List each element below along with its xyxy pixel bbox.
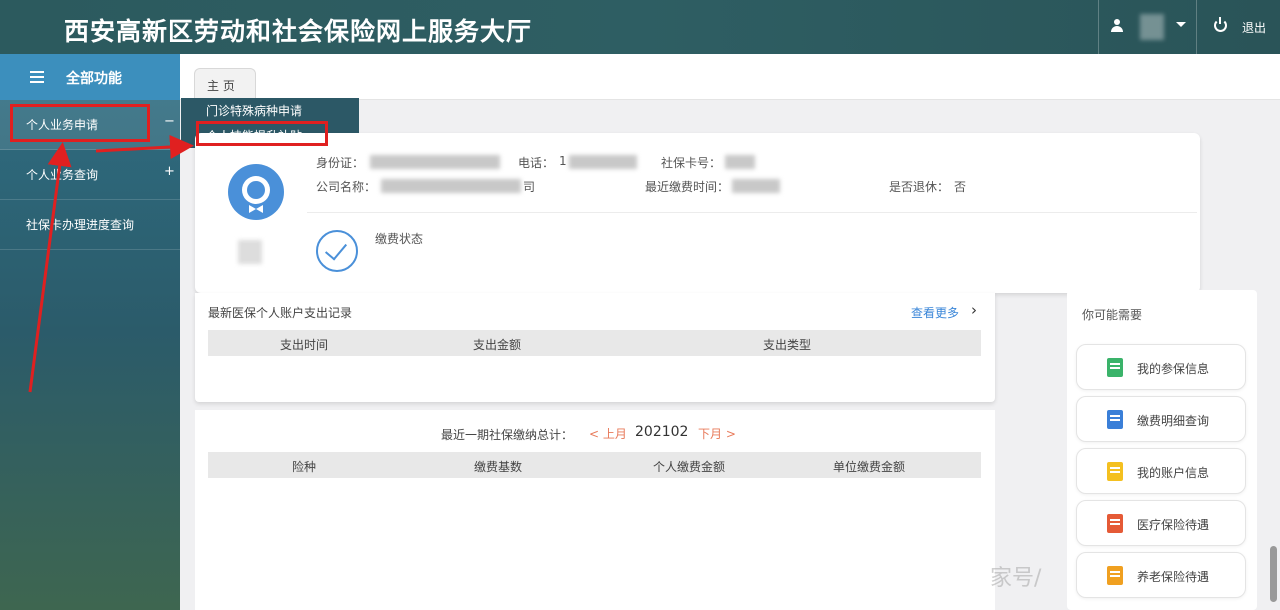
logout-label: 退出	[1242, 21, 1267, 35]
id-value-redacted	[370, 155, 500, 169]
column-header: 缴费基数	[474, 460, 523, 474]
quick-links-panel: 你可能需要 我的参保信息 缴费明细查询 我的账户信息 医疗保险待遇 养老保险待遇	[1067, 290, 1257, 610]
company-label: 公司名称：	[316, 180, 377, 194]
prev-month-button[interactable]: < 上月	[589, 425, 627, 442]
quick-link-label: 我的账户信息	[1137, 466, 1210, 480]
highlight-box	[10, 104, 150, 142]
hamburger-menu-icon	[30, 71, 44, 83]
quick-links-title: 你可能需要	[1082, 308, 1143, 322]
header-divider	[1098, 0, 1099, 54]
phone-value: 1	[559, 154, 567, 168]
card-label: 社保卡号：	[661, 156, 722, 170]
document-icon	[1107, 358, 1123, 377]
tab-home[interactable]: 主 页	[194, 68, 256, 100]
quick-link-label: 医疗保险待遇	[1137, 518, 1210, 532]
company-suffix: 司	[523, 180, 536, 194]
logout-button[interactable]: 退出	[1200, 0, 1280, 54]
power-icon	[1214, 17, 1227, 32]
sidebar-item-label: 个人业务查询	[26, 168, 99, 182]
card-value-redacted	[725, 155, 755, 169]
phone-label: 电话：	[518, 156, 555, 170]
user-icon	[1110, 19, 1124, 33]
top-header: 西安高新区劳动和社会保险网上服务大厅 退出	[0, 0, 1280, 54]
records-table-header: 支出时间 支出金额 支出类型	[208, 330, 981, 356]
watermark: 家号/	[990, 566, 1042, 591]
expense-records-card: 最新医保个人账户支出记录 查看更多 › 支出时间 支出金额 支出类型	[195, 293, 995, 402]
tab-label: 主 页	[207, 79, 235, 93]
chevron-down-icon	[1176, 22, 1186, 27]
current-period: 202102	[635, 424, 689, 440]
expand-icon: +	[164, 164, 175, 179]
account-icon	[1107, 462, 1123, 481]
user-name-redacted	[1140, 14, 1164, 40]
sidebar-item-label: 社保卡办理进度查询	[26, 218, 135, 232]
contribution-table-header: 险种 缴费基数 个人缴费金额 单位缴费金额	[208, 452, 981, 478]
avatar	[228, 164, 284, 220]
column-header: 支出类型	[763, 338, 812, 352]
sidebar-item-card-progress[interactable]: 社保卡办理进度查询	[0, 200, 180, 250]
sidebar-header[interactable]: 全部功能	[0, 54, 180, 100]
receipt-icon	[1107, 410, 1123, 429]
quick-link-account-info[interactable]: 我的账户信息	[1076, 448, 1246, 494]
quick-link-payment-detail[interactable]: 缴费明细查询	[1076, 396, 1246, 442]
column-header: 单位缴费金额	[833, 460, 906, 474]
monthly-contribution-card: 最近一期社保缴纳总计： < 上月 202102 下月 > 险种 缴费基数 个人缴…	[195, 410, 995, 610]
next-month-button[interactable]: 下月 >	[698, 425, 736, 442]
column-header: 个人缴费金额	[653, 460, 726, 474]
recent-payment-redacted	[732, 179, 780, 193]
tab-bar: 主 页	[180, 54, 1280, 100]
user-menu[interactable]	[1100, 0, 1196, 54]
quick-link-label: 养老保险待遇	[1137, 570, 1210, 584]
retired-value: 否	[954, 180, 967, 194]
recent-payment-label: 最近缴费时间：	[645, 180, 730, 194]
sidebar-title: 全部功能	[66, 71, 122, 87]
column-header: 险种	[292, 460, 317, 474]
profile-divider	[307, 212, 1197, 213]
check-circle-icon	[316, 230, 358, 272]
scrollbar[interactable]	[1270, 546, 1277, 602]
chevron-right-icon[interactable]: ›	[971, 301, 977, 319]
company-value-redacted	[381, 179, 521, 193]
quick-link-pension-benefits[interactable]: 养老保险待遇	[1076, 552, 1246, 598]
user-name-redacted	[238, 240, 262, 264]
bowtie-icon	[249, 205, 263, 213]
column-header: 支出金额	[473, 338, 522, 352]
quick-link-insurance-info[interactable]: 我的参保信息	[1076, 344, 1246, 390]
records-title: 最新医保个人账户支出记录	[208, 306, 353, 320]
medical-kit-icon	[1107, 514, 1123, 533]
quick-link-label: 我的参保信息	[1137, 362, 1210, 376]
payment-status-label: 缴费状态	[375, 232, 424, 246]
retired-label: 是否退休：	[889, 180, 950, 194]
sidebar-item-personal-query[interactable]: 个人业务查询 +	[0, 150, 180, 200]
view-more-link[interactable]: 查看更多	[911, 304, 959, 321]
column-header: 支出时间	[280, 338, 329, 352]
profile-card: 身份证： 电话： 1 社保卡号： 公司名称： 司 最近缴费时间： 是否退休： 否…	[195, 133, 1200, 293]
highlight-box	[196, 121, 328, 146]
quick-link-medical-benefits[interactable]: 医疗保险待遇	[1076, 500, 1246, 546]
phone-value-redacted	[569, 155, 637, 169]
site-title: 西安高新区劳动和社会保险网上服务大厅	[64, 17, 533, 46]
monthly-total-label: 最近一期社保缴纳总计：	[441, 428, 574, 442]
id-label: 身份证：	[316, 156, 365, 170]
collapse-icon: −	[164, 114, 175, 129]
submenu-item-special-disease[interactable]: 门诊特殊病种申请	[206, 102, 302, 119]
header-divider	[1196, 0, 1197, 54]
pension-icon	[1107, 566, 1123, 585]
quick-link-label: 缴费明细查询	[1137, 414, 1210, 428]
